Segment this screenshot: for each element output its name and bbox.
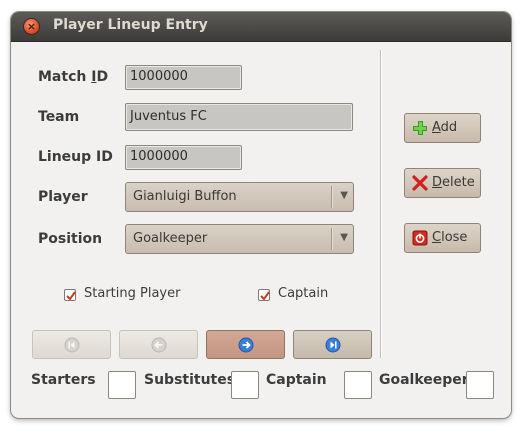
captain-checkbox[interactable] — [258, 289, 270, 301]
next-icon — [238, 337, 254, 353]
dialog-window: × Player Lineup Entry Match ID 1000000 T… — [11, 12, 511, 418]
team-label: Team — [38, 109, 80, 125]
position-dropdown[interactable]: Goalkeeper ▼ — [125, 224, 354, 254]
close-button[interactable]: Close — [404, 223, 481, 253]
close-button-label: Close — [432, 230, 468, 245]
plus-icon — [413, 121, 427, 135]
last-icon — [325, 337, 341, 353]
add-button[interactable]: Add — [404, 113, 481, 143]
dropdown-divider — [331, 228, 333, 250]
position-label: Position — [38, 231, 103, 247]
vertical-divider — [380, 50, 382, 358]
last-record-button[interactable] — [293, 330, 372, 359]
team-field[interactable]: Juventus FC — [125, 103, 353, 131]
captain-checkbox-label[interactable]: Captain — [278, 286, 328, 301]
player-dropdown-value: Gianluigi Buffon — [133, 189, 237, 204]
chevron-down-icon: ▼ — [340, 190, 348, 201]
dropdown-divider — [331, 186, 333, 208]
match-id-field[interactable]: 1000000 — [125, 65, 242, 90]
chevron-down-icon: ▼ — [340, 232, 348, 243]
delete-button-label: Delete — [432, 175, 475, 190]
match-id-label: Match ID — [38, 69, 109, 85]
next-record-button[interactable] — [206, 330, 285, 359]
starting-player-label[interactable]: Starting Player — [84, 286, 180, 301]
close-door-icon — [412, 230, 428, 246]
window-close-icon[interactable]: × — [24, 19, 39, 34]
delete-x-icon — [412, 175, 428, 191]
checkmark-icon — [260, 291, 270, 301]
goalkeeper-field[interactable] — [466, 371, 494, 399]
first-icon — [64, 337, 80, 353]
position-dropdown-value: Goalkeeper — [133, 231, 208, 246]
lineup-id-field[interactable]: 1000000 — [125, 145, 242, 170]
lineup-id-label: Lineup ID — [38, 149, 113, 165]
delete-button[interactable]: Delete — [404, 168, 481, 198]
player-label: Player — [38, 189, 88, 205]
starting-player-checkbox[interactable] — [64, 289, 76, 301]
checkmark-icon — [66, 291, 76, 301]
window-title: Player Lineup Entry — [53, 17, 208, 33]
captain-summary-field[interactable] — [344, 371, 372, 399]
add-button-label: Add — [432, 120, 458, 135]
goalkeeper-label: Goalkeeper — [379, 372, 469, 388]
previous-record-button[interactable] — [119, 330, 198, 359]
captain-summary-label: Captain — [266, 372, 327, 388]
previous-icon — [151, 337, 167, 353]
substitutes-label: Substitutes — [144, 372, 236, 388]
title-bar: × Player Lineup Entry — [11, 12, 511, 42]
first-record-button[interactable] — [32, 330, 111, 359]
substitutes-field[interactable] — [231, 371, 259, 399]
player-dropdown[interactable]: Gianluigi Buffon ▼ — [125, 182, 354, 212]
starters-field[interactable] — [108, 371, 136, 399]
starters-label: Starters — [31, 372, 96, 388]
